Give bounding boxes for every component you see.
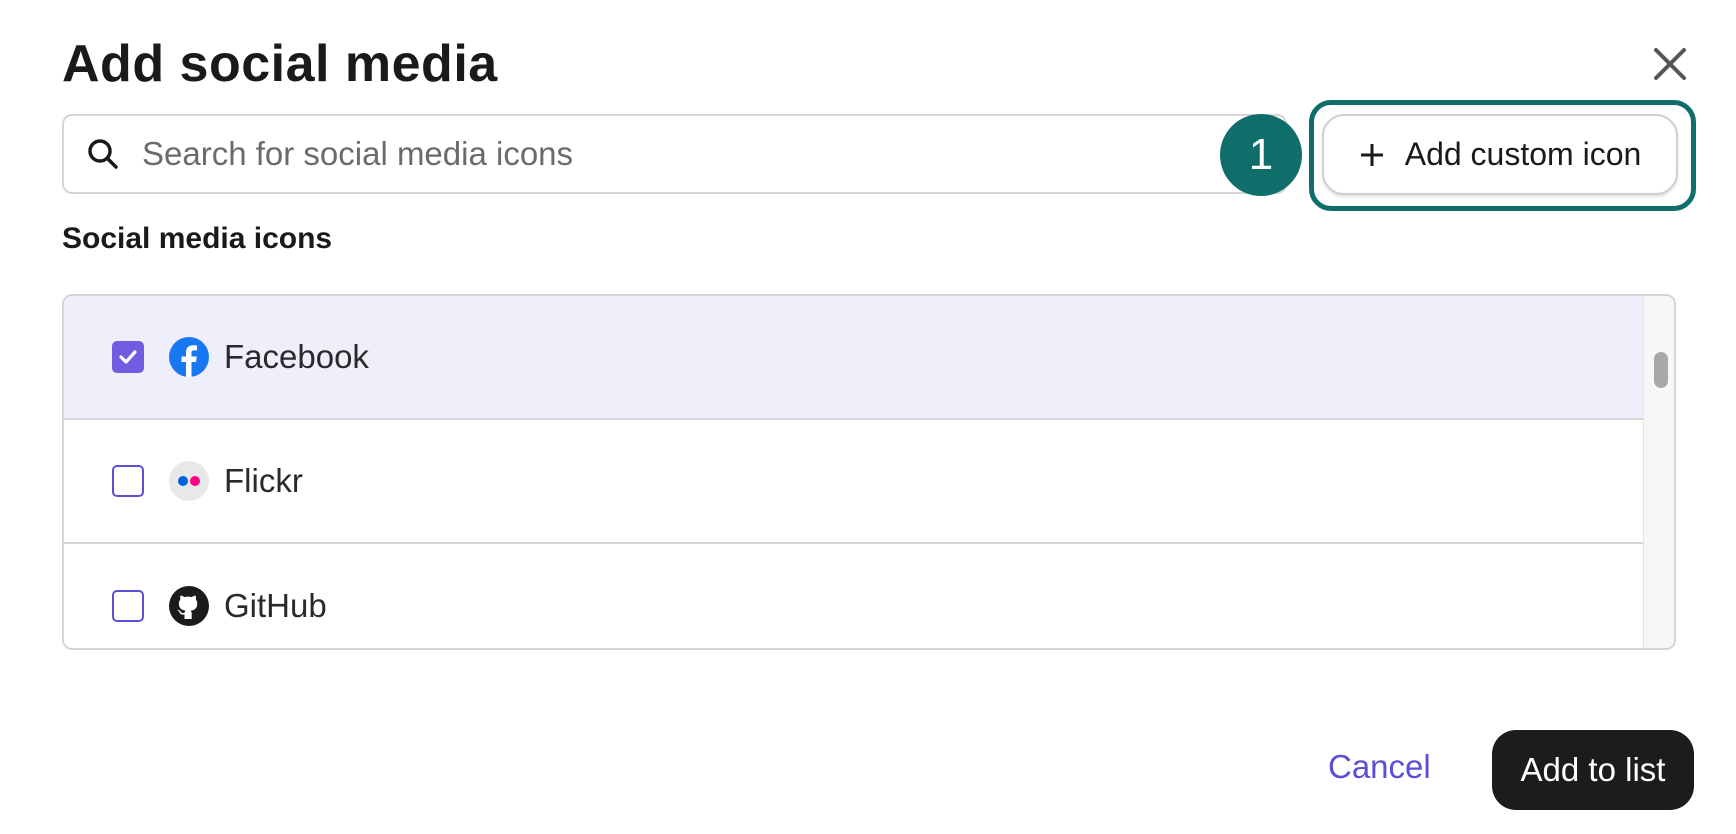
checkmark-icon xyxy=(119,350,137,364)
add-to-list-button[interactable]: Add to list xyxy=(1492,730,1694,810)
search-input[interactable] xyxy=(140,134,1144,174)
close-button[interactable] xyxy=(1650,44,1690,84)
search-box[interactable] xyxy=(62,114,1287,194)
facebook-icon xyxy=(168,336,210,378)
cancel-button[interactable]: Cancel xyxy=(1328,748,1431,786)
dialog-title: Add social media xyxy=(62,35,498,93)
section-heading: Social media icons xyxy=(62,222,333,255)
github-label: GitHub xyxy=(224,587,327,624)
flickr-icon xyxy=(168,460,210,502)
step-badge: 1 xyxy=(1220,114,1302,196)
facebook-label: Facebook xyxy=(224,338,369,375)
flickr-checkbox[interactable] xyxy=(112,465,144,497)
github-checkbox[interactable] xyxy=(112,590,144,622)
github-icon xyxy=(168,585,210,627)
add-custom-icon-button[interactable]: Add custom icon xyxy=(1322,114,1678,195)
plus-icon xyxy=(1360,143,1383,166)
scrollbar[interactable] xyxy=(1643,296,1674,648)
list-item-facebook[interactable]: Facebook xyxy=(64,296,1646,420)
close-icon xyxy=(1654,48,1686,80)
facebook-checkbox[interactable] xyxy=(112,341,144,373)
flickr-label: Flickr xyxy=(224,462,303,499)
list-item-github[interactable]: GitHub xyxy=(64,544,1646,648)
add-custom-icon-label: Add custom icon xyxy=(1404,136,1642,172)
social-media-list[interactable]: Facebook Flickr GitHub xyxy=(62,294,1676,650)
scrollbar-thumb[interactable] xyxy=(1654,352,1668,388)
list-item-flickr[interactable]: Flickr xyxy=(64,420,1646,544)
search-icon xyxy=(78,129,128,179)
